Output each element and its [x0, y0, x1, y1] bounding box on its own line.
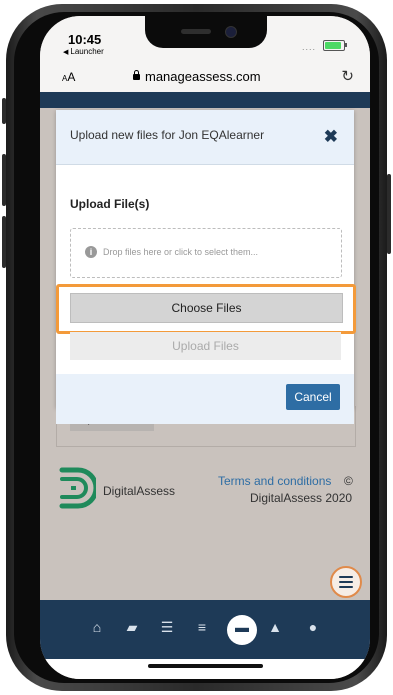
folder-icon[interactable]: ▬ [232, 619, 252, 635]
upload-dialog: Upload new files for Jon EQAlearner ✖ Up… [56, 110, 356, 424]
choose-files-button[interactable]: Choose Files [70, 293, 343, 323]
brand-name: DigitalAssess [103, 484, 176, 498]
mute-switch [2, 98, 6, 124]
cancel-button[interactable]: Cancel [286, 384, 340, 410]
reload-icon[interactable]: ↻ [341, 67, 354, 85]
battery-icon [323, 40, 347, 51]
bottom-navigation: ⌂ ▰ ☰ ≡ ▬ ▲ ● [40, 600, 370, 659]
upload-files-label: Upload File(s) [70, 197, 150, 211]
signal-icon: .... [302, 42, 317, 52]
book-icon[interactable]: ▰ [122, 619, 142, 636]
list-icon[interactable]: ☰ [157, 619, 177, 636]
text-size-large: A [67, 70, 76, 84]
dialog-footer: Cancel [56, 374, 354, 424]
notch [145, 16, 267, 48]
copyright-symbol: © [344, 474, 353, 488]
lock-icon [133, 70, 140, 80]
status-bar: 10:45 ◀ Launcher .... [40, 16, 370, 62]
back-arrow-icon: ◀ [63, 49, 69, 56]
hamburger-menu-icon[interactable] [330, 566, 362, 598]
volume-up-button [2, 154, 6, 206]
browser-url-bar: AA manageassess.com ↻ [40, 62, 370, 93]
front-camera [225, 26, 237, 38]
battery-level [325, 42, 341, 49]
page-header [40, 92, 370, 108]
menu-line [339, 576, 353, 578]
users-icon[interactable]: ● [303, 619, 323, 635]
speaker-grille [181, 29, 211, 34]
menu-line [339, 581, 353, 583]
file-dropzone[interactable]: i Drop files here or click to select the… [70, 228, 342, 278]
copyright-text: DigitalAssess 2020 [250, 491, 353, 505]
back-app-label: Launcher [70, 47, 104, 56]
home-icon[interactable]: ⌂ [87, 619, 107, 635]
url-text: manageassess.com [145, 69, 261, 84]
info-icon: i [85, 246, 97, 258]
dialog-header: Upload new files for Jon EQAlearner ✖ [56, 110, 354, 165]
home-indicator[interactable] [148, 664, 263, 668]
checklist-icon[interactable]: ≡ [192, 619, 212, 635]
digitalassess-logo [59, 467, 96, 509]
status-time: 10:45 [68, 32, 102, 47]
battery-tip [345, 43, 347, 47]
close-icon[interactable]: ✖ [324, 127, 338, 147]
volume-down-button [2, 216, 6, 268]
upload-files-button[interactable]: Upload Files [70, 332, 341, 360]
back-to-launcher[interactable]: ◀ Launcher [63, 47, 104, 56]
menu-line [339, 586, 353, 588]
text-size-button[interactable]: AA [62, 70, 75, 84]
home-indicator-area [40, 659, 370, 679]
phone-screen: 10:45 ◀ Launcher .... AA manageassess.com… [40, 16, 370, 679]
address-field[interactable]: manageassess.com [133, 69, 261, 84]
dialog-title: Upload new files for Jon EQAlearner [70, 128, 265, 142]
graduation-cap-icon[interactable]: ▲ [265, 619, 285, 635]
dropzone-text: Drop files here or click to select them.… [103, 247, 259, 257]
power-button [387, 174, 391, 254]
terms-link[interactable]: Terms and conditions [218, 474, 331, 488]
